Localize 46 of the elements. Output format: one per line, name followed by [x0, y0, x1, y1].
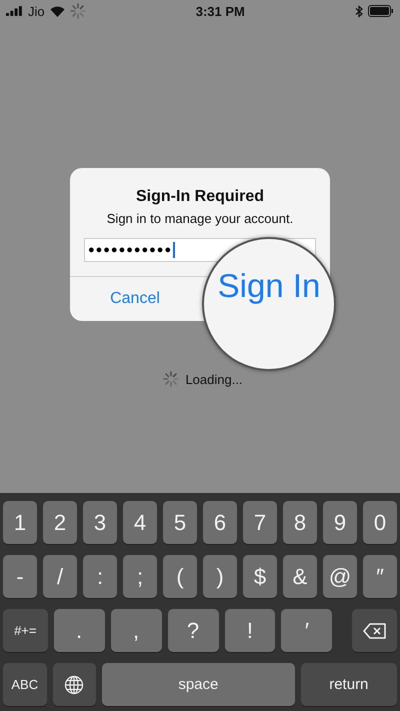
keyboard-key[interactable]: ) [203, 555, 237, 598]
keyboard-key[interactable]: 9 [323, 501, 357, 544]
keyboard-key[interactable]: ′ [281, 609, 332, 652]
space-key[interactable]: space [102, 663, 295, 706]
spinner-icon [70, 3, 86, 19]
keyboard-key[interactable]: ; [123, 555, 157, 598]
keyboard-key[interactable]: 1 [3, 501, 37, 544]
keyboard-key[interactable]: $ [243, 555, 277, 598]
keyboard-key[interactable]: , [110, 609, 162, 652]
keyboard-key[interactable]: #+= [3, 609, 48, 652]
keyboard-key[interactable]: ABC [3, 663, 46, 706]
spinner-icon [163, 371, 180, 387]
signal-icon [6, 6, 23, 16]
dialog-message: Sign in to manage your account. [106, 211, 294, 226]
dialog-title: Sign-In Required [135, 188, 265, 206]
keyboard-key[interactable]: ! [224, 609, 276, 652]
keyboard-key[interactable]: 0 [363, 501, 397, 544]
keyboard-key[interactable]: 2 [43, 501, 77, 544]
carrier-name: Jio [28, 4, 45, 18]
keyboard-key[interactable]: 6 [203, 501, 237, 544]
status-time: 3:31 PM [194, 4, 246, 18]
keyboard-key[interactable]: 8 [283, 501, 317, 544]
cancel-button[interactable]: Cancel [70, 277, 200, 321]
loading-text: Loading... [185, 372, 243, 386]
keyboard-key[interactable]: 4 [123, 501, 157, 544]
battery-icon [368, 5, 394, 17]
keyboard-key[interactable]: 5 [163, 501, 197, 544]
keyboard-key[interactable]: @ [323, 555, 357, 598]
globe-key[interactable] [52, 663, 96, 706]
keyboard-key[interactable]: . [54, 609, 105, 652]
keyboard-key[interactable]: ? [168, 609, 218, 652]
keyboard-key[interactable]: 7 [243, 501, 277, 544]
wifi-icon [50, 6, 65, 16]
globe-icon [64, 674, 84, 694]
keyboard-key[interactable]: : [83, 555, 117, 598]
sign-in-button[interactable]: Sign In [202, 237, 336, 371]
bluetooth-icon [355, 4, 363, 18]
return-key[interactable]: return [300, 663, 397, 706]
delete-icon [362, 622, 387, 638]
keyboard-key[interactable]: ( [163, 555, 197, 598]
keyboard-key[interactable]: / [43, 555, 77, 598]
keyboard-key[interactable]: - [3, 555, 37, 598]
keyboard-key[interactable]: 3 [83, 501, 117, 544]
delete-key[interactable] [352, 609, 397, 652]
keyboard-key[interactable]: ″ [363, 555, 397, 598]
keyboard-key[interactable]: & [283, 555, 317, 598]
